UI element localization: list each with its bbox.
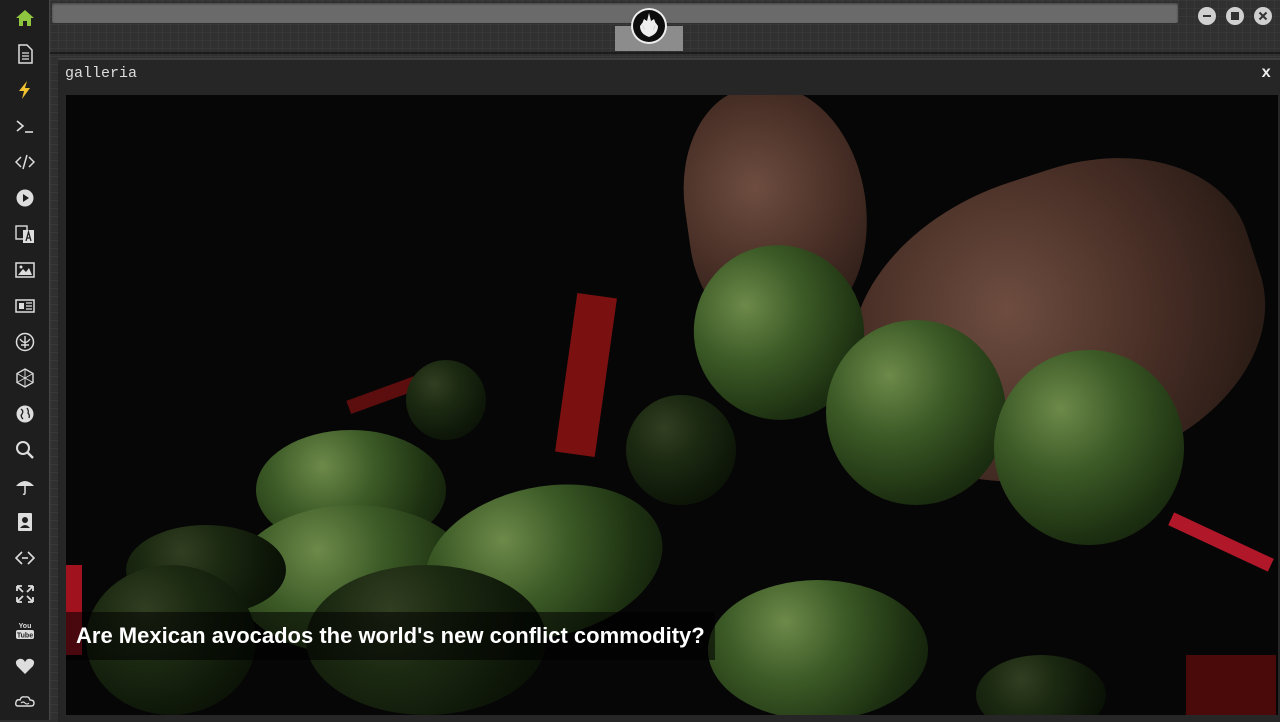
youtube-label-top: You bbox=[18, 623, 31, 630]
sidebar-item-expand[interactable] bbox=[0, 578, 49, 610]
crate-edge bbox=[1186, 655, 1276, 715]
sidebar-item-news[interactable] bbox=[0, 290, 49, 322]
minimize-icon bbox=[1203, 15, 1211, 17]
top-bar bbox=[52, 3, 1178, 23]
document-icon bbox=[17, 44, 33, 64]
infinity-cloud-icon bbox=[14, 696, 35, 707]
gallery-image[interactable]: Are Mexican avocados the world's new con… bbox=[66, 95, 1278, 715]
sidebar-item-terminal[interactable] bbox=[0, 110, 49, 142]
avocado bbox=[826, 320, 1006, 505]
umbrella-icon bbox=[15, 481, 34, 496]
sidebar-item-home[interactable] bbox=[0, 2, 49, 34]
caption-text: Are Mexican avocados the world's new con… bbox=[76, 623, 705, 648]
search-icon bbox=[15, 441, 34, 459]
sidebar-item-globe[interactable] bbox=[0, 398, 49, 430]
sidebar-item-umbrella[interactable] bbox=[0, 470, 49, 502]
avocado bbox=[708, 580, 928, 715]
youtube-label-bottom: Tube bbox=[16, 633, 32, 640]
sidebar-item-images[interactable] bbox=[0, 254, 49, 286]
sidebar: You Tube bbox=[0, 0, 50, 720]
newspaper-icon bbox=[14, 299, 35, 313]
crate-edge bbox=[555, 292, 617, 458]
sidebar-item-play[interactable] bbox=[0, 182, 49, 214]
sidebar-item-cloud[interactable] bbox=[0, 686, 49, 718]
avocado bbox=[406, 360, 486, 440]
header-divider bbox=[50, 52, 1280, 54]
sidebar-item-documents[interactable] bbox=[0, 38, 49, 70]
image-caption: Are Mexican avocados the world's new con… bbox=[66, 612, 715, 660]
sidebar-item-youtube[interactable]: You Tube bbox=[0, 614, 49, 646]
avocado bbox=[976, 655, 1106, 715]
close-button[interactable] bbox=[1254, 7, 1272, 25]
close-icon bbox=[1258, 11, 1268, 21]
image-icon bbox=[14, 262, 35, 278]
emblem-badge[interactable] bbox=[631, 8, 667, 44]
rebel-alliance-icon bbox=[15, 332, 34, 352]
sidebar-item-rebel[interactable] bbox=[0, 326, 49, 358]
gallery-window: galleria x Are Mexican avocados the worl… bbox=[58, 58, 1280, 722]
code-icon bbox=[14, 154, 35, 170]
hexagon-icon bbox=[15, 368, 34, 388]
link-icon bbox=[14, 551, 35, 565]
terminal-icon bbox=[15, 120, 33, 133]
contacts-icon bbox=[17, 513, 32, 531]
play-icon bbox=[16, 189, 33, 207]
window-title: galleria bbox=[65, 65, 138, 82]
maximize-icon bbox=[1231, 12, 1239, 20]
rebel-alliance-icon bbox=[633, 10, 665, 42]
sidebar-item-search[interactable] bbox=[0, 434, 49, 466]
sidebar-item-hexagon[interactable] bbox=[0, 362, 49, 394]
sidebar-item-contacts[interactable] bbox=[0, 506, 49, 538]
youtube-icon: You Tube bbox=[15, 623, 34, 640]
minimize-button[interactable] bbox=[1198, 7, 1216, 25]
sidebar-item-link[interactable] bbox=[0, 542, 49, 574]
home-icon bbox=[15, 10, 34, 26]
avocado bbox=[994, 350, 1184, 545]
window-close-button[interactable]: x bbox=[1261, 64, 1271, 82]
heart-icon bbox=[15, 658, 34, 674]
globe-icon bbox=[16, 405, 33, 423]
translate-icon bbox=[14, 225, 34, 243]
sidebar-item-lightning[interactable] bbox=[0, 74, 49, 106]
avocado bbox=[626, 395, 736, 505]
maximize-button[interactable] bbox=[1226, 7, 1244, 25]
lightning-icon bbox=[18, 81, 30, 99]
crate-edge bbox=[1168, 512, 1274, 572]
sidebar-item-translate[interactable] bbox=[0, 218, 49, 250]
expand-icon bbox=[15, 585, 34, 603]
sidebar-item-favorites[interactable] bbox=[0, 650, 49, 682]
sidebar-item-code[interactable] bbox=[0, 146, 49, 178]
